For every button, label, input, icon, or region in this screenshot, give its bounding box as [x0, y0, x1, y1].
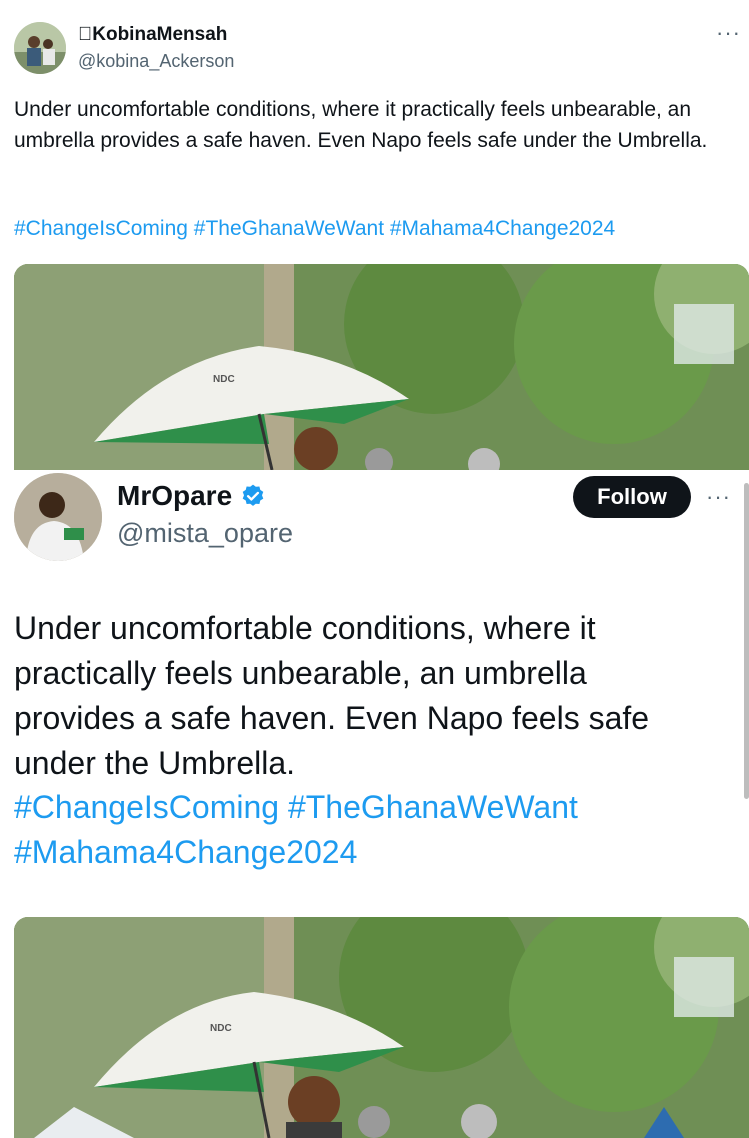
embedded-more-options-icon[interactable]: ··· — [706, 484, 731, 510]
umbrella-logo: NDC — [210, 1023, 232, 1034]
display-name[interactable]: KobinaMensah — [78, 24, 227, 46]
more-options-icon[interactable]: ··· — [716, 20, 741, 46]
umbrella-photo — [14, 264, 749, 470]
verified-badge-icon — [242, 484, 264, 506]
embedded-user-handle[interactable]: @mista_opare — [117, 518, 293, 549]
umbrella-logo: NDC — [213, 374, 235, 385]
tweet-photo[interactable]: NDC — [14, 264, 749, 470]
tweet-text: Under uncomfortable conditions, where it… — [14, 98, 708, 152]
apple-icon:  — [78, 24, 92, 45]
embedded-display-name[interactable]: MrOpare — [117, 480, 266, 512]
avatar[interactable] — [14, 22, 66, 74]
embedded-tweet-photo[interactable]: NDC — [14, 917, 749, 1138]
follow-button[interactable]: Follow — [573, 476, 691, 518]
embedded-avatar[interactable] — [14, 473, 102, 561]
embedded-hashtags[interactable]: #ChangeIsComing #TheGhanaWeWant #Mahama4… — [14, 785, 714, 875]
hashtags[interactable]: #ChangeIsComing #TheGhanaWeWant #Mahama4… — [14, 217, 615, 241]
scrollbar[interactable] — [744, 483, 749, 799]
embedded-tweet-text: Under uncomfortable conditions, where it… — [14, 610, 650, 781]
user-handle[interactable]: @kobina_Ackerson — [78, 51, 234, 72]
umbrella-photo — [14, 917, 749, 1138]
